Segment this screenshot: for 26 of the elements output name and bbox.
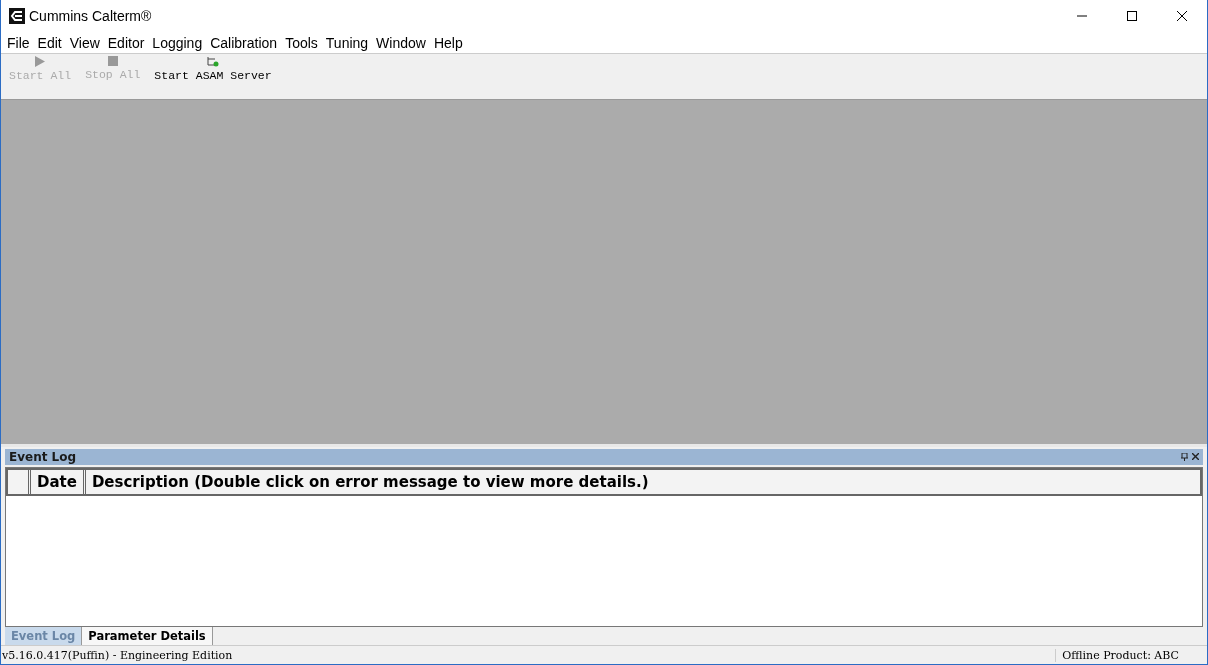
- menu-item[interactable]: Tuning: [321, 34, 373, 51]
- menu-item[interactable]: Logging: [148, 34, 207, 51]
- menu-item[interactable]: Tools: [281, 34, 322, 51]
- close-icon[interactable]: [1192, 453, 1199, 460]
- play-icon: [35, 56, 46, 67]
- menu-item[interactable]: Editor: [103, 34, 149, 51]
- server-icon: [207, 56, 219, 67]
- menu-item[interactable]: Calibration: [206, 34, 282, 51]
- close-icon[interactable]: [1176, 10, 1188, 22]
- pin-icon[interactable]: [1181, 453, 1188, 461]
- menu-item[interactable]: Window: [372, 34, 430, 51]
- product-label: Offline Product: ABC: [1055, 648, 1207, 662]
- column-header[interactable]: Description (Double click on error message to view more details.): [85, 470, 1200, 494]
- menu-item[interactable]: View: [65, 34, 104, 51]
- stop-icon: [107, 56, 118, 66]
- menu-item[interactable]: File: [3, 34, 34, 51]
- column-header[interactable]: Date: [31, 470, 86, 494]
- menu-item[interactable]: Help: [429, 34, 467, 51]
- maximize-icon[interactable]: [1126, 10, 1138, 22]
- version-label: v5.16.0.417(Puffin) - Engineering Edition: [1, 648, 233, 662]
- toolbar-button[interactable]: Start ASAM Server: [152, 56, 274, 82]
- panel-title: Event Log: [9, 450, 77, 464]
- window-title: Cummins Calterm®: [29, 8, 152, 24]
- app-logo-icon: [9, 8, 25, 24]
- menu-item[interactable]: Edit: [33, 34, 66, 51]
- panel-tab[interactable]: Parameter Details: [82, 627, 213, 645]
